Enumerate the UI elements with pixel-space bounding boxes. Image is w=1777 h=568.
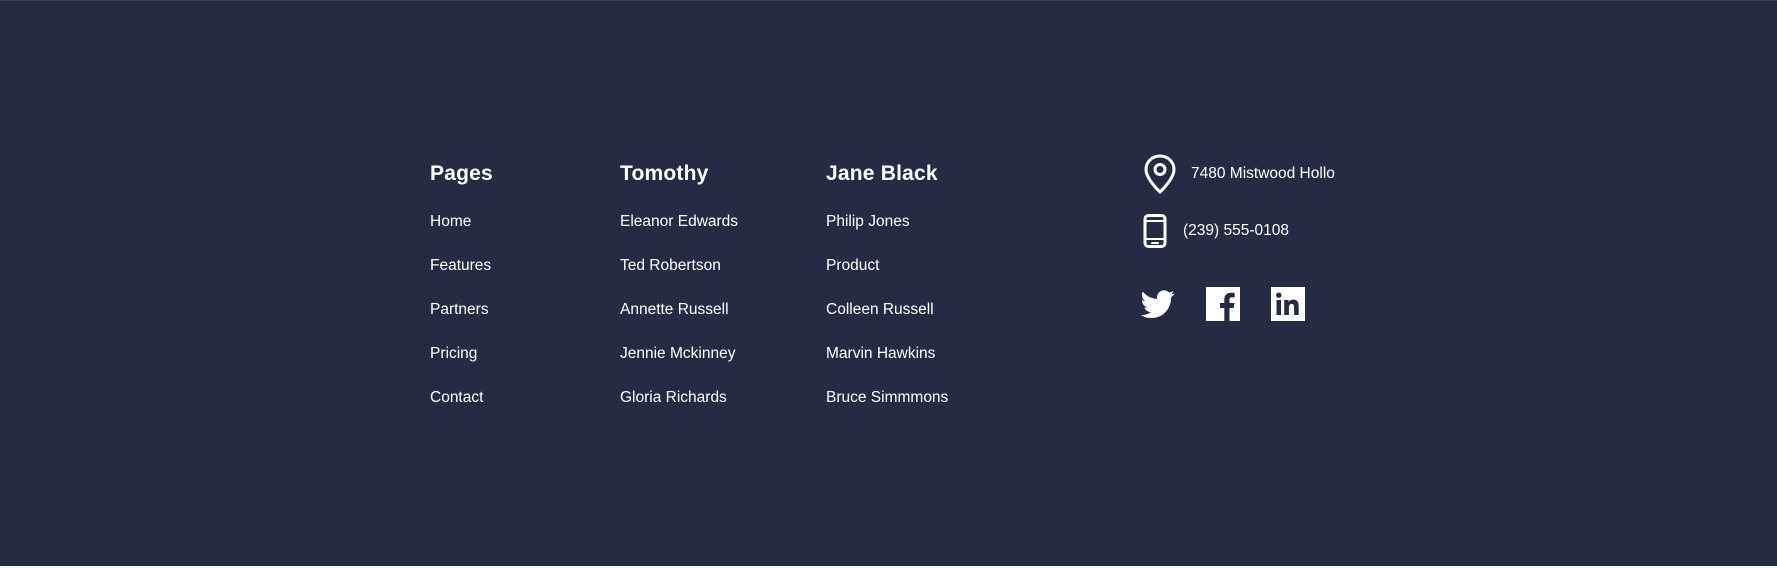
list-item: Colleen Russell <box>826 300 948 320</box>
address-text: 7480 Mistwood Hollo <box>1191 165 1335 182</box>
footer-link[interactable]: Ted Robertson <box>620 257 721 274</box>
social-links <box>1141 287 1336 321</box>
twitter-link[interactable] <box>1141 287 1175 321</box>
footer-link-home[interactable]: Home <box>430 213 471 230</box>
location-pin-icon <box>1143 154 1177 194</box>
linkedin-icon <box>1271 287 1305 321</box>
list-item: Features <box>430 256 493 276</box>
list-item: Ted Robertson <box>620 256 738 276</box>
footer-link-partners[interactable]: Partners <box>430 301 489 318</box>
facebook-icon <box>1206 287 1240 321</box>
footer-link-contact[interactable]: Contact <box>430 389 483 406</box>
footer-link[interactable]: Philip Jones <box>826 213 910 230</box>
link-list: Home Features Partners Pricing Contact <box>430 212 493 408</box>
list-item: Jennie Mckinney <box>620 344 738 364</box>
column-heading: Pages <box>430 162 493 185</box>
contact-address: 7480 Mistwood Hollo <box>1143 154 1335 194</box>
footer-column-jane-black: Jane Black Philip Jones Product Colleen … <box>826 160 948 432</box>
contact-phone: (239) 555-0108 <box>1143 214 1289 248</box>
list-item: Home <box>430 212 493 232</box>
list-item: Philip Jones <box>826 212 948 232</box>
list-item: Marvin Hawkins <box>826 344 948 364</box>
facebook-link[interactable] <box>1206 287 1240 321</box>
list-item: Eleanor Edwards <box>620 212 738 232</box>
footer-link-pricing[interactable]: Pricing <box>430 345 477 362</box>
footer-link[interactable]: Marvin Hawkins <box>826 345 935 362</box>
footer-link[interactable]: Eleanor Edwards <box>620 213 738 230</box>
footer-link[interactable]: Gloria Richards <box>620 389 727 406</box>
list-item: Annette Russell <box>620 300 738 320</box>
footer-link[interactable]: Annette Russell <box>620 301 729 318</box>
phone-text: (239) 555-0108 <box>1183 222 1289 239</box>
twitter-icon <box>1141 290 1175 319</box>
list-item: Partners <box>430 300 493 320</box>
list-item: Contact <box>430 388 493 408</box>
footer-link[interactable]: Colleen Russell <box>826 301 934 318</box>
link-list: Eleanor Edwards Ted Robertson Annette Ru… <box>620 212 738 408</box>
column-heading: Tomothy <box>620 162 709 185</box>
footer-link[interactable]: Bruce Simmmons <box>826 389 948 406</box>
column-heading: Jane Black <box>826 162 938 185</box>
list-item: Bruce Simmmons <box>826 388 948 408</box>
footer-column-pages: Pages Home Features Partners Pricing Con… <box>430 160 493 432</box>
link-list: Philip Jones Product Colleen Russell Mar… <box>826 212 948 408</box>
list-item: Product <box>826 256 948 276</box>
list-item: Pricing <box>430 344 493 364</box>
linkedin-link[interactable] <box>1271 287 1305 321</box>
top-divider <box>0 0 1777 1</box>
mobile-phone-icon <box>1143 214 1167 248</box>
footer-link-features[interactable]: Features <box>430 257 491 274</box>
footer-link[interactable]: Product <box>826 257 879 274</box>
footer-link[interactable]: Jennie Mckinney <box>620 345 735 362</box>
list-item: Gloria Richards <box>620 388 738 408</box>
footer-column-tomothy: Tomothy Eleanor Edwards Ted Robertson An… <box>620 160 738 432</box>
